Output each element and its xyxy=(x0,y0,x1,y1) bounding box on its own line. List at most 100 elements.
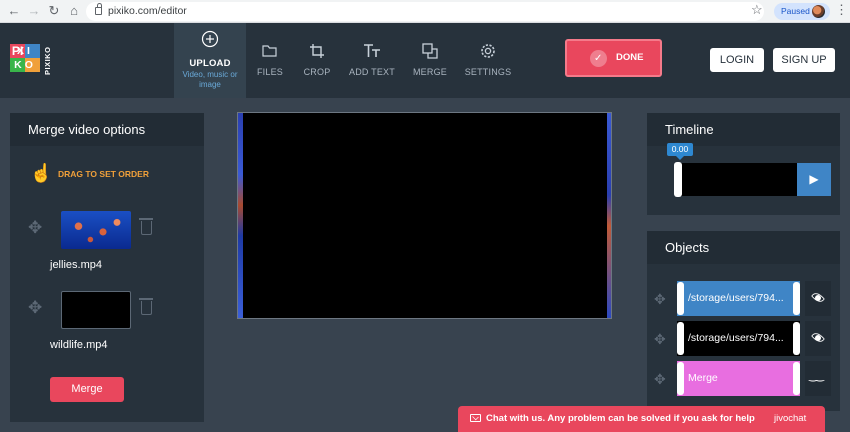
clip-filename: wildlife.mp4 xyxy=(50,339,108,351)
play-icon: ▶ xyxy=(809,172,819,186)
object-bar[interactable]: /storage/users/794... xyxy=(677,281,800,316)
object-handle-right[interactable] xyxy=(793,282,800,315)
merge-button[interactable]: Merge xyxy=(50,377,124,402)
video-thumbnail xyxy=(61,211,131,249)
logo-side-text: PIXIKO xyxy=(43,46,52,76)
upload-label: UPLOAD xyxy=(189,58,231,69)
eye-pupil xyxy=(815,335,821,341)
object-name: /storage/users/794... xyxy=(688,332,784,344)
reload-icon[interactable]: ↻ xyxy=(46,3,62,19)
timeline-handle[interactable] xyxy=(674,162,682,197)
profile-status: Paused xyxy=(781,6,810,16)
timeline-panel: Timeline 0.00 ▶ xyxy=(647,113,840,215)
lock-icon xyxy=(95,3,102,15)
done-button[interactable]: ✓ DONE xyxy=(565,39,662,77)
trash-icon[interactable] xyxy=(139,218,153,235)
eye-pupil xyxy=(815,295,821,301)
clip-item[interactable]: ✥ jellies.mp4 xyxy=(10,211,204,279)
star-icon[interactable]: ☆ xyxy=(751,2,763,18)
signup-button[interactable]: SIGN UP xyxy=(773,48,835,72)
play-button[interactable]: ▶ xyxy=(797,163,831,196)
timeline-position-badge: 0.00 xyxy=(667,143,693,160)
object-handle-right[interactable] xyxy=(793,322,800,355)
hand-drag-icon: ☝ xyxy=(30,163,53,183)
merge-icon xyxy=(409,43,451,61)
plus-circle-icon xyxy=(174,30,246,48)
move-icon[interactable]: ✥ xyxy=(654,291,666,308)
move-icon[interactable]: ✥ xyxy=(654,371,666,388)
profile-button[interactable]: Paused xyxy=(774,3,830,20)
object-handle-left[interactable] xyxy=(677,282,684,315)
panel-title: Objects xyxy=(665,240,710,255)
chat-text: Chat with us. Any problem can be solved … xyxy=(486,413,755,424)
url-text[interactable]: pixiko.com/editor xyxy=(108,5,187,17)
done-label: DONE xyxy=(616,52,644,63)
pixiko-logo[interactable]: PI XI KO PIXIKO xyxy=(10,44,54,78)
video-thumbnail xyxy=(61,291,131,329)
object-name: /storage/users/794... xyxy=(688,292,784,304)
objects-panel: Objects ✥ /storage/users/794... ✥ /stora… xyxy=(647,231,840,411)
clip-item[interactable]: ✥ wildlife.mp4 xyxy=(10,291,204,359)
chat-widget[interactable]: Chat with us. Any problem can be solved … xyxy=(458,406,825,432)
files-button[interactable]: FILES xyxy=(251,23,289,98)
add-text-button[interactable]: ADD TEXT xyxy=(347,23,397,98)
back-icon[interactable]: ← xyxy=(6,3,22,19)
forward-icon[interactable]: → xyxy=(26,3,42,19)
object-handle-left[interactable] xyxy=(677,362,684,395)
object-handle-left[interactable] xyxy=(677,322,684,355)
panel-header: Timeline xyxy=(647,113,840,146)
move-icon[interactable]: ✥ xyxy=(28,219,42,236)
object-row[interactable]: ✥ Merge ‿‿ xyxy=(647,361,840,397)
settings-label: SETTINGS xyxy=(464,67,512,77)
browser-toolbar: ← → ↻ ⌂ pixiko.com/editor ☆ Paused ⋮ xyxy=(0,0,850,23)
move-icon[interactable]: ✥ xyxy=(654,331,666,348)
panel-header: Objects xyxy=(647,231,840,264)
merge-tool-button[interactable]: MERGE xyxy=(409,23,451,98)
timeline-track[interactable] xyxy=(675,163,797,196)
home-icon[interactable]: ⌂ xyxy=(66,3,82,19)
object-row[interactable]: ✥ /storage/users/794... xyxy=(647,321,840,357)
object-name: Merge xyxy=(688,372,718,384)
files-label: FILES xyxy=(256,67,283,77)
object-handle-right[interactable] xyxy=(793,362,800,395)
eye-icon[interactable] xyxy=(805,281,831,316)
add-text-label: ADD TEXT xyxy=(349,67,395,77)
merge-tool-label: MERGE xyxy=(412,67,447,77)
upload-sublabel: Video, music or image xyxy=(182,70,238,89)
gear-icon xyxy=(463,43,513,61)
address-bar[interactable]: pixiko.com/editor xyxy=(86,2,764,21)
chat-brand: jivochat xyxy=(774,413,807,424)
drag-hint-text: DRAG TO SET ORDER xyxy=(58,169,149,179)
move-icon[interactable]: ✥ xyxy=(28,299,42,316)
check-icon: ✓ xyxy=(594,53,603,64)
trash-icon[interactable] xyxy=(139,298,153,315)
eye-icon[interactable] xyxy=(805,321,831,356)
object-bar[interactable]: Merge xyxy=(677,361,800,396)
settings-button[interactable]: SETTINGS xyxy=(463,23,513,98)
text-icon xyxy=(347,43,397,61)
video-preview[interactable] xyxy=(237,112,612,319)
avatar xyxy=(812,5,825,18)
logo-letters-row2: KO xyxy=(14,59,36,71)
merge-options-panel: Merge video options ☝ DRAG TO SET ORDER … xyxy=(10,113,204,422)
closed-eye-lashes: ‿‿ xyxy=(809,371,824,382)
panel-header: Merge video options xyxy=(10,113,204,146)
clip-filename: jellies.mp4 xyxy=(50,259,102,271)
logo-letters-row1: XI xyxy=(17,45,33,57)
menu-icon[interactable]: ⋮ xyxy=(835,2,848,18)
upload-button[interactable]: UPLOAD Video, music or image xyxy=(174,23,246,98)
crop-button[interactable]: CROP xyxy=(298,23,336,98)
preview-edge xyxy=(238,113,243,318)
eye-closed-icon[interactable]: ‿‿ xyxy=(805,361,831,396)
crop-icon xyxy=(298,43,336,61)
crop-label: CROP xyxy=(303,67,331,77)
app-header: PI XI KO PIXIKO UPLOAD Video, music or i… xyxy=(0,23,850,98)
object-row[interactable]: ✥ /storage/users/794... xyxy=(647,281,840,317)
panel-title: Timeline xyxy=(665,122,714,137)
preview-edge xyxy=(607,113,611,318)
panel-title: Merge video options xyxy=(28,122,146,137)
folder-icon xyxy=(251,43,289,61)
mail-icon xyxy=(470,414,481,422)
login-button[interactable]: LOGIN xyxy=(710,48,764,72)
object-bar[interactable]: /storage/users/794... xyxy=(677,321,800,356)
